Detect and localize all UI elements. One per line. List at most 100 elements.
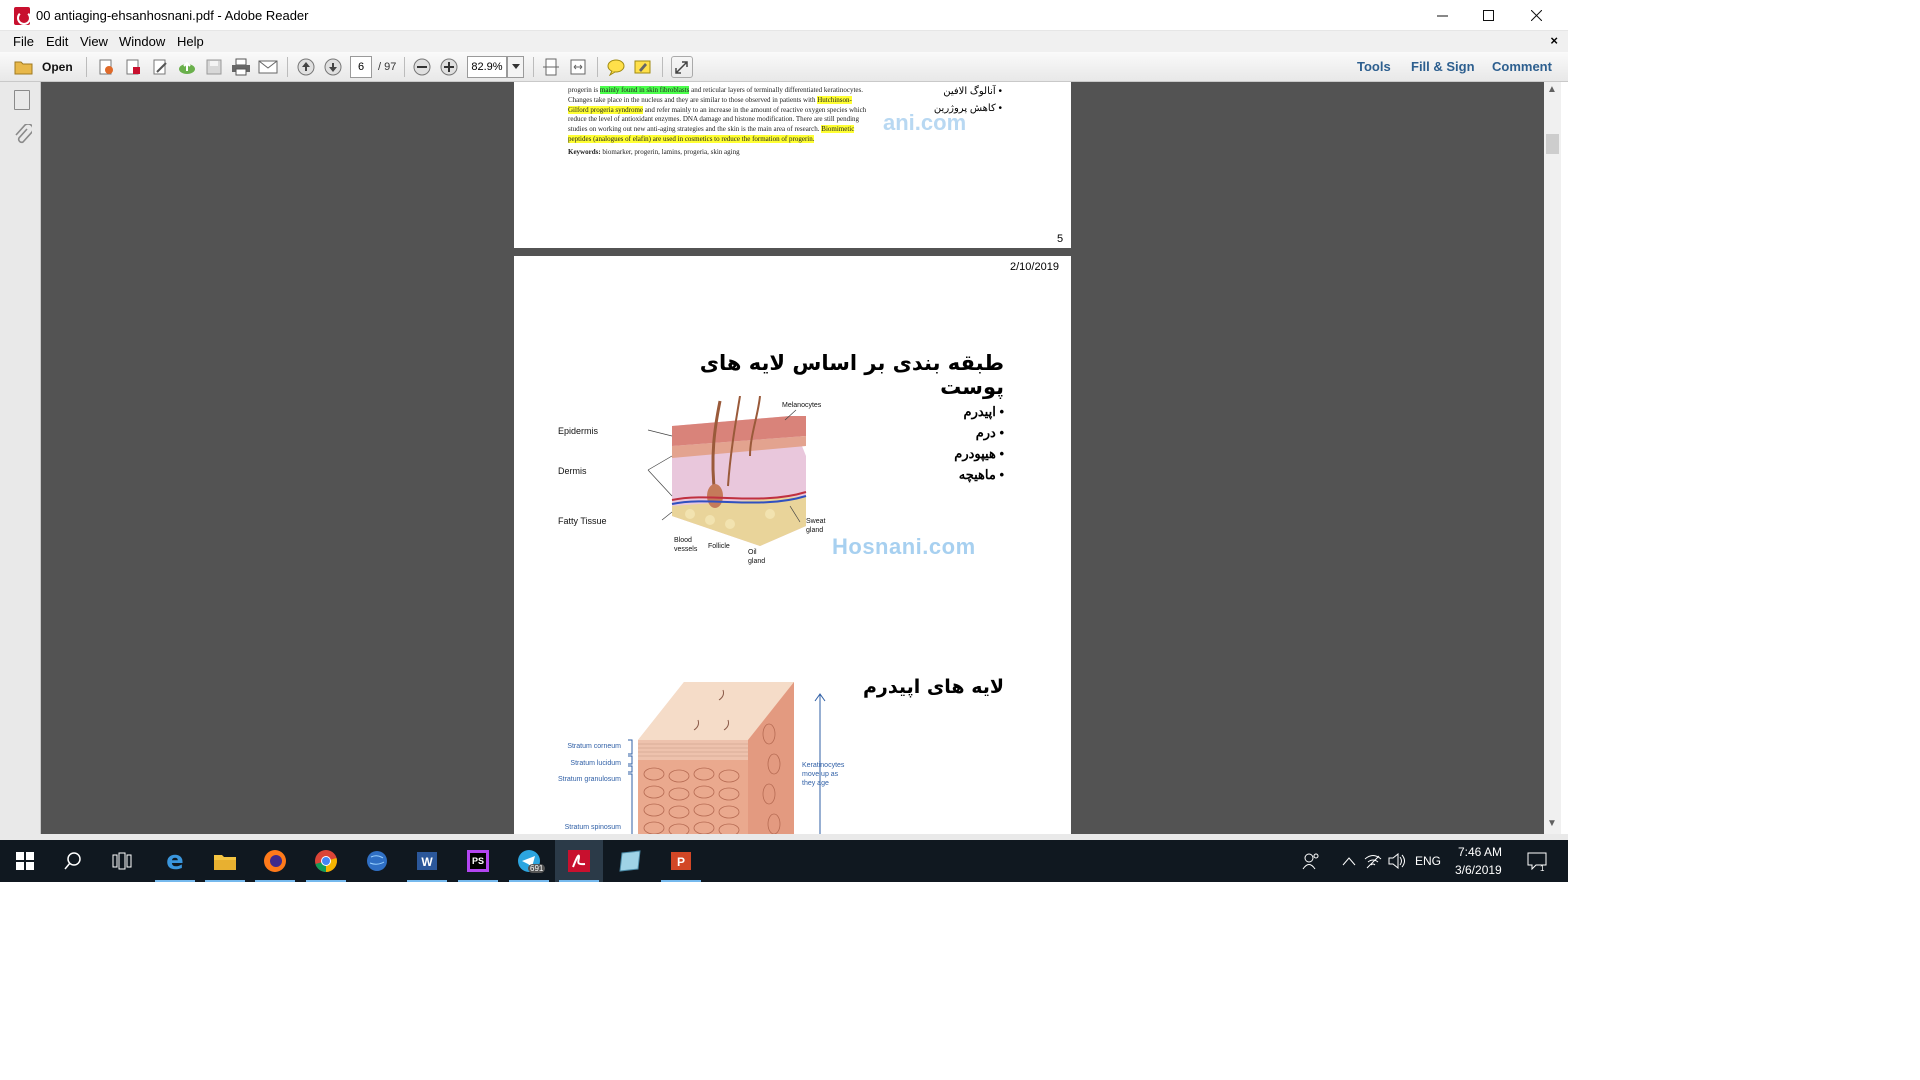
export-pdf-button[interactable] (122, 56, 144, 78)
zoom-out-button[interactable] (411, 56, 433, 78)
page-total: / 97 (378, 61, 397, 73)
email-button[interactable] (257, 56, 279, 78)
separator (662, 57, 663, 77)
chrome-icon[interactable] (313, 848, 339, 874)
menu-help[interactable]: Help (177, 34, 204, 49)
windows-start-icon[interactable] (12, 848, 38, 874)
notification-count: 1 (1540, 864, 1545, 873)
firefox-icon[interactable] (262, 848, 288, 874)
upload-button[interactable] (176, 56, 198, 78)
watermark: Hosnani.com (832, 534, 976, 559)
svg-text:P: P (677, 855, 685, 869)
sticky-note-button[interactable] (605, 56, 627, 78)
people-icon[interactable] (1298, 848, 1324, 874)
label-stratum-granulosum: Stratum granulosum (557, 776, 621, 783)
chevron-up-icon[interactable] (1336, 848, 1362, 874)
tools-button[interactable]: Tools (1357, 59, 1391, 74)
network-icon[interactable] (1360, 848, 1386, 874)
separator (287, 57, 288, 77)
open-label: Open (42, 60, 73, 74)
bullet-item: • آنالوگ الافین (943, 86, 1002, 97)
print-button[interactable] (230, 56, 252, 78)
toolbar: Open 6 / 97 82.9% Tools Fill & Sign Comm… (0, 52, 1568, 82)
read-mode-button[interactable] (671, 56, 693, 78)
menu-bar: File Edit View Window Help × (0, 31, 1568, 52)
arrow-down-circle-icon (324, 58, 342, 76)
scroll-thumb[interactable] (1546, 134, 1559, 154)
abstract-text: progerin is mainly found in skin fibrobl… (568, 86, 867, 156)
menu-edit[interactable]: Edit (46, 34, 68, 49)
notifications-icon[interactable] (1524, 848, 1550, 874)
label-vessels: vessels (674, 546, 698, 553)
navigation-panel (0, 82, 41, 834)
zoom-in-button[interactable] (438, 56, 460, 78)
label-stratum-corneum: Stratum corneum (567, 743, 621, 750)
menu-view[interactable]: View (80, 34, 108, 49)
zoom-level-input[interactable]: 82.9% (467, 56, 507, 78)
watermark: ani.com (883, 110, 967, 135)
phpstorm-icon[interactable]: PS (465, 848, 491, 874)
separator (86, 57, 87, 77)
label-oil-gland: gland (748, 558, 766, 565)
fill-sign-button[interactable]: Fill & Sign (1411, 59, 1475, 74)
active-indicator (155, 880, 195, 882)
word-icon[interactable]: W (414, 848, 440, 874)
fit-page-button[interactable] (540, 56, 562, 78)
window-title: 00 antiaging-ehsanhosnani.pdf - Adobe Re… (36, 8, 309, 23)
menu-file[interactable]: File (13, 34, 34, 49)
page-number: 5 (1057, 233, 1064, 245)
volume-icon[interactable] (1384, 848, 1410, 874)
bullet-item: • ماهیچه (958, 467, 1004, 482)
arrow-up-circle-icon (297, 58, 315, 76)
scroll-up-icon[interactable]: ▲ (1547, 84, 1557, 95)
menu-window[interactable]: Window (119, 34, 165, 49)
language-indicator[interactable]: ENG (1415, 854, 1441, 868)
document-viewport[interactable]: progerin is mainly found in skin fibrobl… (41, 82, 1544, 834)
skin-layers-figure: Epidermis Dermis Fatty Tissue Melanocyte… (558, 396, 830, 571)
clock-date[interactable]: 3/6/2019 (1455, 863, 1502, 877)
close-button[interactable] (1512, 0, 1560, 31)
notepad-icon[interactable] (617, 848, 643, 874)
save-icon (206, 59, 222, 75)
adobe-reader-icon (14, 7, 31, 25)
label-stratum-spinosum: Stratum spinosum (564, 824, 621, 831)
previous-page-button[interactable] (295, 56, 317, 78)
zoom-out-icon (413, 58, 431, 76)
highlighter-icon (634, 60, 651, 74)
page-thumbnails-icon[interactable] (14, 90, 30, 110)
globe-app-icon[interactable] (364, 848, 390, 874)
create-pdf-button[interactable] (95, 56, 117, 78)
minimize-button[interactable] (1418, 0, 1466, 31)
comment-button[interactable]: Comment (1492, 59, 1552, 74)
zoom-in-icon (440, 58, 458, 76)
next-page-button[interactable] (322, 56, 344, 78)
file-explorer-icon[interactable] (212, 848, 238, 874)
close-document-icon[interactable]: × (1550, 33, 1558, 48)
highlight-button[interactable] (632, 56, 654, 78)
task-view-icon[interactable] (109, 848, 135, 874)
powerpoint-icon[interactable]: P (668, 848, 694, 874)
edit-pdf-button[interactable] (149, 56, 171, 78)
attachments-icon[interactable] (14, 123, 34, 151)
label-melanocytes: Melanocytes (782, 402, 822, 409)
clock-time[interactable]: 7:46 AM (1458, 845, 1502, 859)
label-fatty-tissue: Fatty Tissue (558, 516, 607, 526)
label-dermis: Dermis (558, 466, 587, 476)
label-sweat: Sweat (806, 518, 826, 525)
save-button[interactable] (203, 56, 225, 78)
scroll-down-icon[interactable]: ▼ (1547, 818, 1557, 829)
zoom-dropdown-button[interactable] (507, 56, 524, 78)
edge-browser-icon[interactable]: e (162, 846, 188, 876)
search-icon[interactable] (60, 848, 86, 874)
label-keratinocytes: Keratinocytes (802, 762, 845, 769)
adobe-reader-taskbar-icon[interactable] (566, 848, 592, 874)
fit-width-button[interactable] (567, 56, 589, 78)
close-icon (1530, 10, 1542, 21)
layer-bullet-list: • اپیدرم • درم • هیپودرم • ماهیچه (914, 401, 1004, 485)
vertical-scrollbar[interactable]: ▲ ▼ (1544, 82, 1561, 834)
label-stratum-lucidum: Stratum lucidum (570, 760, 621, 767)
open-button[interactable]: Open (14, 56, 74, 78)
page-number-input[interactable]: 6 (350, 56, 372, 78)
maximize-button[interactable] (1464, 0, 1512, 31)
active-indicator (509, 880, 549, 882)
